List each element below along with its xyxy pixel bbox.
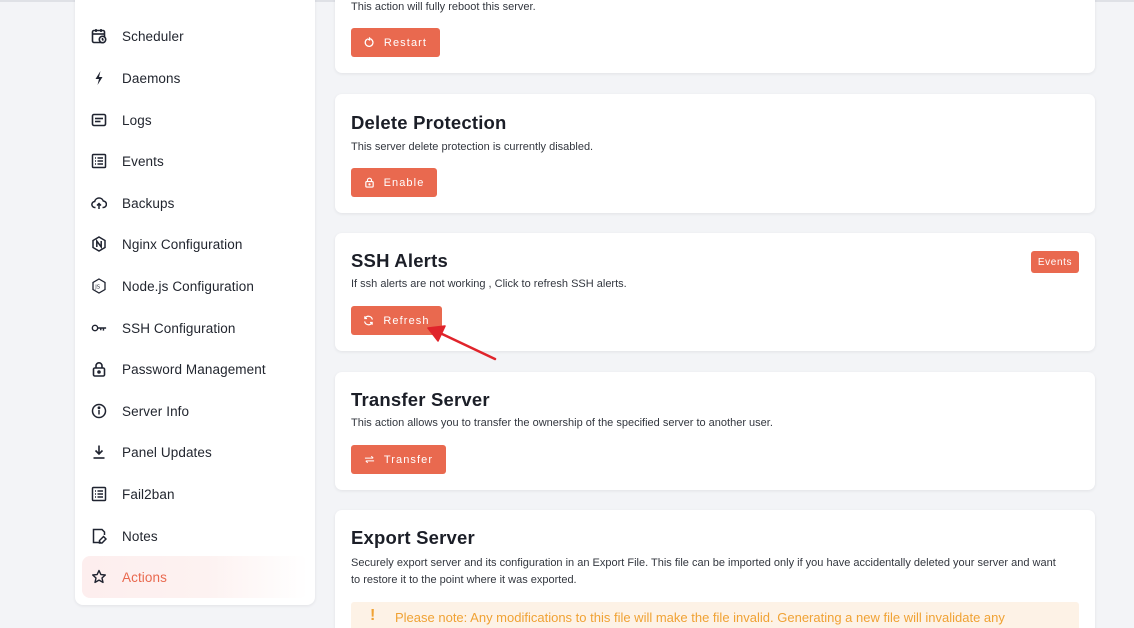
- sidebar-item-label: Actions: [122, 569, 167, 585]
- sidebar-item-label: Fail2ban: [122, 486, 175, 502]
- ssh-alerts-description: If ssh alerts are not working , Click to…: [351, 278, 627, 290]
- cloud-upload-icon: [91, 195, 107, 211]
- sidebar-item-fail2ban[interactable]: Fail2ban: [82, 473, 308, 515]
- restart-button-label: Restart: [383, 36, 428, 49]
- events-button[interactable]: Events: [1031, 251, 1079, 273]
- delete-protection-title: Delete Protection: [351, 112, 507, 133]
- refresh-button[interactable]: Refresh: [351, 306, 442, 335]
- sidebar-item-label: Password Management: [122, 361, 266, 377]
- sidebar-item-label: Backups: [122, 195, 175, 211]
- sidebar-item-label: Node.js Configuration: [122, 278, 254, 294]
- sidebar-item-nginx[interactable]: Nginx Configuration: [82, 223, 308, 265]
- export-server-description-line1: Securely export server and its configura…: [351, 557, 1056, 569]
- info-icon: [91, 403, 107, 419]
- refresh-button-label: Refresh: [383, 314, 430, 327]
- list-icon: [91, 153, 107, 169]
- restart-icon: [364, 37, 374, 47]
- sidebar-item-label: Scheduler: [122, 28, 184, 44]
- ssh-alerts-card: SSH Alerts Events If ssh alerts are not …: [335, 233, 1095, 351]
- sidebar-item-label: Events: [122, 153, 164, 169]
- list-icon: [91, 486, 107, 502]
- delete-protection-card: Delete Protection This server delete pro…: [335, 94, 1095, 213]
- sidebar-item-label: Nginx Configuration: [122, 236, 243, 252]
- sidebar-item-label: SSH Configuration: [122, 320, 236, 336]
- transfer-button-label: Transfer: [383, 453, 434, 466]
- nginx-icon: [91, 236, 107, 252]
- sidebar-item-server-info[interactable]: Server Info: [82, 390, 308, 432]
- transfer-server-description: This action allows you to transfer the o…: [351, 417, 773, 429]
- sidebar-item-ssh-config[interactable]: SSH Configuration: [82, 307, 308, 349]
- export-server-title: Export Server: [351, 527, 475, 548]
- sidebar-item-actions[interactable]: Actions: [82, 556, 308, 598]
- export-warning-note: ! Please note: Any modifications to this…: [351, 602, 1079, 628]
- export-server-description-line2: to restore it to the point where it was …: [351, 574, 577, 586]
- transfer-button[interactable]: Transfer: [351, 445, 446, 474]
- restart-button[interactable]: Restart: [351, 28, 440, 57]
- download-icon: [91, 444, 107, 460]
- sidebar-item-nodejs[interactable]: JS Node.js Configuration: [82, 265, 308, 307]
- export-warning-text: Please note: Any modifications to this f…: [395, 610, 1005, 625]
- sidebar-item-scheduler[interactable]: Scheduler: [82, 15, 308, 57]
- sidebar-item-label: Logs: [122, 112, 152, 128]
- restart-card: This action will fully reboot this serve…: [335, 0, 1095, 73]
- sidebar-item-daemons[interactable]: Daemons: [82, 57, 308, 99]
- sidebar-item-password[interactable]: Password Management: [82, 348, 308, 390]
- lightning-icon: [91, 70, 107, 86]
- transfer-server-card: Transfer Server This action allows you t…: [335, 372, 1095, 490]
- sidebar: Scheduler Daemons Logs Events Backups Ng…: [75, 0, 315, 605]
- note-edit-icon: [91, 528, 107, 544]
- refresh-icon: [364, 315, 374, 326]
- svg-text:JS: JS: [94, 284, 100, 290]
- lock-icon: [91, 361, 107, 377]
- delete-protection-description: This server delete protection is current…: [351, 141, 594, 153]
- transfer-server-title: Transfer Server: [351, 389, 490, 410]
- sidebar-item-label: Daemons: [122, 70, 181, 86]
- star-icon: [91, 569, 107, 585]
- restart-description: This action will fully reboot this serve…: [351, 1, 536, 13]
- calendar-clock-icon: [91, 28, 107, 44]
- sidebar-item-label: Server Info: [122, 403, 190, 419]
- sidebar-item-label: Panel Updates: [122, 444, 212, 460]
- sidebar-item-panel-updates[interactable]: Panel Updates: [82, 431, 308, 473]
- sidebar-item-events[interactable]: Events: [82, 140, 308, 182]
- log-lines-icon: [91, 112, 107, 128]
- sidebar-item-logs[interactable]: Logs: [82, 99, 308, 141]
- export-server-card: Export Server Securely export server and…: [335, 510, 1095, 628]
- ssh-alerts-title: SSH Alerts: [351, 250, 448, 271]
- enable-button[interactable]: Enable: [351, 168, 437, 197]
- nodejs-icon: JS: [91, 278, 107, 294]
- sidebar-item-backups[interactable]: Backups: [82, 182, 308, 224]
- key-icon: [91, 320, 107, 336]
- enable-button-label: Enable: [383, 176, 425, 189]
- sidebar-item-notes[interactable]: Notes: [82, 515, 308, 557]
- warning-icon: !: [370, 607, 376, 624]
- sidebar-item-label: Notes: [122, 528, 158, 544]
- transfer-arrows-icon: [364, 455, 374, 464]
- lock-icon: [364, 177, 374, 188]
